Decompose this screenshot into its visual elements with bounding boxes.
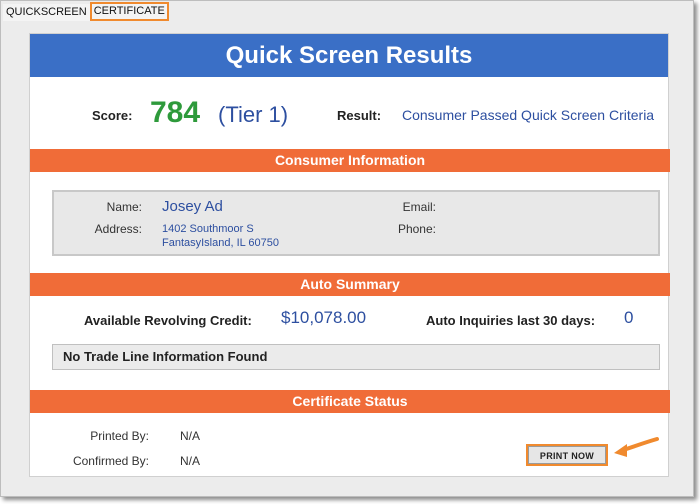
name-value: Josey Ad [162,198,223,215]
score-row: Score: 784 (Tier 1) Result: Consumer Pas… [30,96,670,132]
revolving-credit-label: Available Revolving Credit: [84,313,252,328]
certificate-status-header: Certificate Status [30,390,670,413]
print-now-button[interactable]: PRINT NOW [526,444,608,466]
score-label: Score: [92,108,133,123]
tier-value: (Tier 1) [218,102,289,127]
print-now-label: PRINT NOW [528,446,606,464]
result-value: Consumer Passed Quick Screen Criteria [402,107,655,123]
printed-by-label: Printed By: [90,429,149,443]
phone-label: Phone: [397,222,436,236]
name-label: Name: [106,200,142,214]
results-panel: Quick Screen Results Score: 784 (Tier 1)… [29,33,670,477]
address-line1: 1402 Southmoor S [162,223,254,235]
printed-by-value: N/A [180,429,201,443]
score-value: 784 [150,96,201,129]
auto-inquiries-value: 0 [624,308,634,327]
email-label: Email: [402,200,436,214]
result-label: Result: [337,108,382,123]
trade-line-message: No Trade Line Information Found [52,344,660,370]
confirmed-by-label: Confirmed By: [72,454,149,468]
page-title: Quick Screen Results [30,34,668,77]
address-label: Address: [94,222,142,236]
auto-inquiries-label: Auto Inquiries last 30 days: [426,313,596,328]
tab-quickscreen[interactable]: QUICKSCREEN [3,4,90,21]
auto-summary-header: Auto Summary [30,273,670,296]
confirmed-by-value: N/A [180,454,201,468]
pointer-arrow-icon [614,437,659,457]
auto-summary-row: Available Revolving Credit: $10,078.00 A… [30,306,670,336]
tab-bar: QUICKSCREEN CERTIFICATE [3,2,169,21]
revolving-credit-value: $10,078.00 [281,308,367,327]
consumer-info-box: Name: Josey Ad Address: 1402 Southmoor S… [52,190,660,256]
consumer-info-header: Consumer Information [30,149,670,172]
app-window: QUICKSCREEN CERTIFICATE Quick Screen Res… [0,0,694,497]
address-line2: FantasyIsland, IL 60750 [162,237,280,249]
tab-certificate[interactable]: CERTIFICATE [89,2,169,21]
